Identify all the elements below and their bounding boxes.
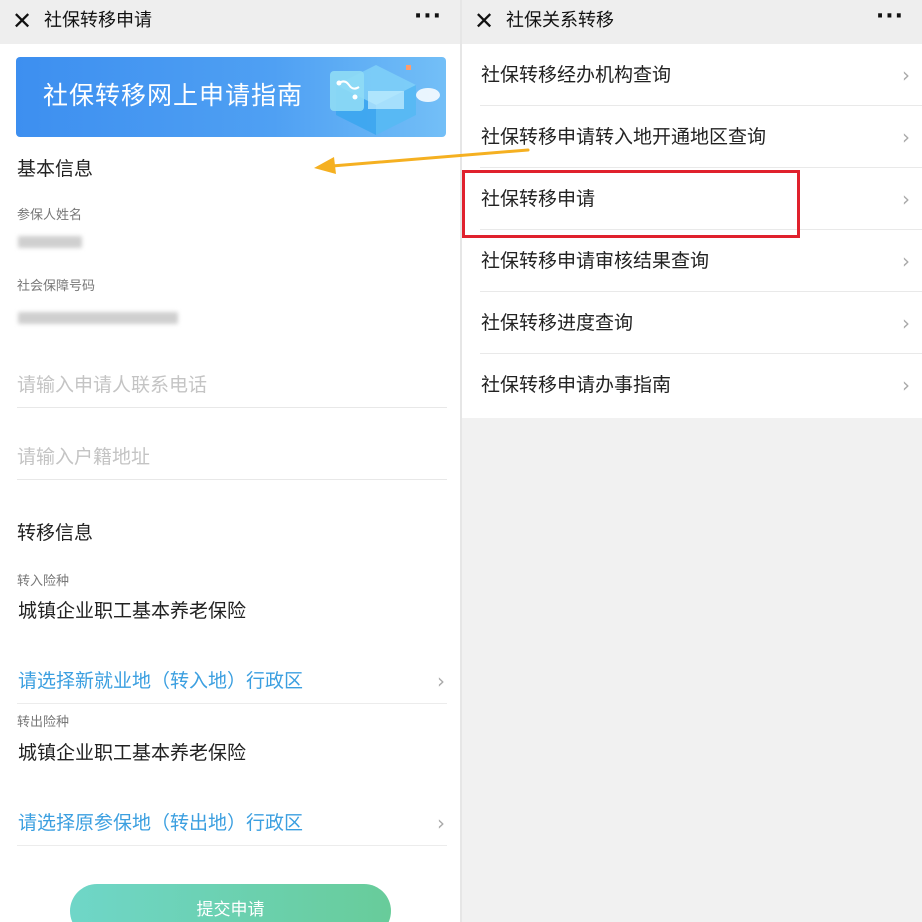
social-security-number-label: 社会保障号码 bbox=[17, 279, 96, 294]
insured-name-value-redacted bbox=[18, 236, 82, 248]
basic-info-heading: 基本信息 bbox=[17, 158, 94, 180]
menu-item-label: 社保转移申请办事指南 bbox=[481, 374, 672, 396]
select-in-region-row[interactable]: 请选择新就业地（转入地）行政区 › bbox=[17, 662, 447, 704]
address-field-row bbox=[17, 432, 447, 480]
chevron-right-icon: › bbox=[437, 669, 445, 693]
menu-item-service-guide[interactable]: 社保转移申请办事指南 › bbox=[480, 354, 922, 416]
chevron-right-icon: › bbox=[902, 187, 910, 211]
more-icon[interactable]: ··· bbox=[414, 4, 442, 30]
transfer-info-heading: 转移信息 bbox=[17, 522, 94, 544]
menu-item-open-region-query[interactable]: 社保转移申请转入地开通地区查询 › bbox=[480, 106, 922, 168]
menu-item-progress-query[interactable]: 社保转移进度查询 › bbox=[480, 292, 922, 354]
guide-banner[interactable]: 社保转移网上申请指南 bbox=[16, 57, 446, 137]
social-security-number-redacted bbox=[18, 312, 178, 324]
in-insurance-type-value: 城镇企业职工基本养老保险 bbox=[18, 600, 247, 622]
chevron-right-icon: › bbox=[902, 125, 910, 149]
submit-application-button[interactable]: 提交申请 bbox=[70, 884, 391, 922]
menu-item-agency-query[interactable]: 社保转移经办机构查询 › bbox=[480, 44, 922, 106]
left-page-title: 社保转移申请 bbox=[44, 10, 152, 31]
menu-item-label: 社保转移进度查询 bbox=[481, 312, 634, 334]
close-icon[interactable]: ✕ bbox=[474, 7, 494, 35]
transfer-application-panel: ✕ 社保转移申请 ··· 社保转移网上申请指南 基本信息 参保人姓名 社会保障号… bbox=[0, 0, 460, 922]
transfer-menu-list: 社保转移经办机构查询 › 社保转移申请转入地开通地区查询 › 社保转移申请 › … bbox=[462, 44, 922, 418]
menu-item-label: 社保转移经办机构查询 bbox=[481, 64, 672, 86]
chevron-right-icon: › bbox=[902, 311, 910, 335]
phone-field-row bbox=[17, 360, 447, 408]
banner-illustration-icon bbox=[330, 65, 440, 135]
social-security-transfer-menu-panel: ✕ 社保关系转移 ··· 社保转移经办机构查询 › 社保转移申请转入地开通地区查… bbox=[462, 0, 922, 922]
chevron-right-icon: › bbox=[902, 373, 910, 397]
menu-item-label: 社保转移申请转入地开通地区查询 bbox=[481, 126, 767, 148]
submit-button-label: 提交申请 bbox=[196, 900, 265, 920]
left-titlebar: ✕ 社保转移申请 ··· bbox=[0, 0, 460, 44]
menu-item-label: 社保转移申请审核结果查询 bbox=[481, 250, 710, 272]
address-input[interactable] bbox=[17, 442, 437, 472]
select-in-region-label: 请选择新就业地（转入地）行政区 bbox=[18, 670, 304, 692]
banner-title: 社保转移网上申请指南 bbox=[43, 81, 304, 110]
more-icon[interactable]: ··· bbox=[876, 4, 904, 30]
right-titlebar: ✕ 社保关系转移 ··· bbox=[462, 0, 922, 44]
chevron-right-icon: › bbox=[437, 811, 445, 835]
insured-name-label: 参保人姓名 bbox=[17, 208, 83, 223]
chevron-right-icon: › bbox=[902, 63, 910, 87]
select-out-region-row[interactable]: 请选择原参保地（转出地）行政区 › bbox=[17, 804, 447, 846]
in-insurance-type-label: 转入险种 bbox=[17, 574, 70, 589]
close-icon[interactable]: ✕ bbox=[12, 7, 32, 35]
out-insurance-type-label: 转出险种 bbox=[17, 715, 70, 730]
out-insurance-type-value: 城镇企业职工基本养老保险 bbox=[18, 742, 247, 764]
chevron-right-icon: › bbox=[902, 249, 910, 273]
right-page-title: 社保关系转移 bbox=[506, 10, 614, 31]
menu-item-transfer-application[interactable]: 社保转移申请 › bbox=[480, 168, 922, 230]
phone-input[interactable] bbox=[17, 370, 437, 400]
menu-item-label: 社保转移申请 bbox=[481, 188, 596, 210]
menu-item-review-result-query[interactable]: 社保转移申请审核结果查询 › bbox=[480, 230, 922, 292]
select-out-region-label: 请选择原参保地（转出地）行政区 bbox=[18, 812, 304, 834]
